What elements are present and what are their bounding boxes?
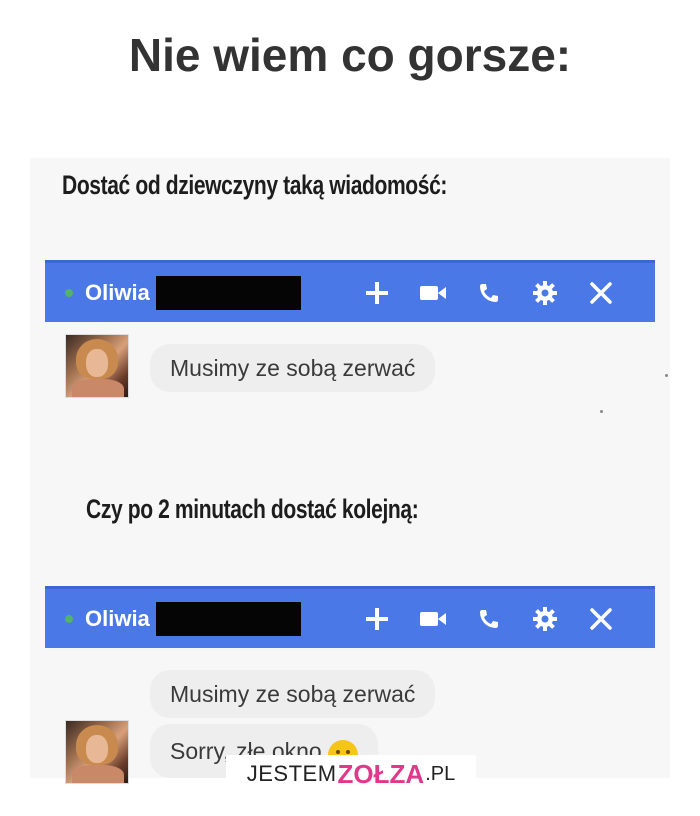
watermark-part-2: ZOŁZA <box>337 758 425 789</box>
avatar-shoulder <box>72 765 124 783</box>
chat-toolbar <box>361 603 617 635</box>
plus-icon[interactable] <box>361 277 393 309</box>
video-camera-icon[interactable] <box>417 277 449 309</box>
gear-icon[interactable] <box>529 277 561 309</box>
first-heading: Dostać od dziewczyny taką wiadomość: <box>62 170 448 200</box>
avatar-shoulder <box>72 379 124 397</box>
avatar[interactable] <box>65 720 129 784</box>
page-title: Nie wiem co gorsze: <box>128 29 572 81</box>
video-camera-icon[interactable] <box>417 603 449 635</box>
image-speck <box>600 410 603 413</box>
close-icon[interactable] <box>585 603 617 635</box>
phone-icon[interactable] <box>473 603 505 635</box>
message-bubble: Musimy ze sobą zerwać <box>150 670 436 718</box>
chat-header-1[interactable]: Oliwia <box>45 260 655 322</box>
chat-toolbar <box>361 277 617 309</box>
name-redaction <box>155 275 301 310</box>
online-status-icon <box>65 288 73 297</box>
avatar-face <box>86 349 108 377</box>
phone-icon[interactable] <box>473 277 505 309</box>
image-speck <box>665 374 668 377</box>
meme-panel: Dostać od dziewczyny taką wiadomość: Oli… <box>30 158 670 784</box>
watermark-part-3: .PL <box>425 762 456 785</box>
avatar-face <box>86 735 108 763</box>
avatar[interactable] <box>65 334 129 398</box>
chat-header-2[interactable]: Oliwia <box>45 586 655 648</box>
name-redaction <box>155 601 301 636</box>
contact-name[interactable]: Oliwia <box>85 606 150 632</box>
plus-icon[interactable] <box>361 603 393 635</box>
gear-icon[interactable] <box>529 603 561 635</box>
site-watermark: JESTEM ZOŁZA .PL <box>226 755 476 793</box>
message-bubble: Musimy ze sobą zerwać <box>150 344 436 392</box>
contact-name[interactable]: Oliwia <box>85 280 150 306</box>
watermark-part-1: JESTEM <box>246 761 337 786</box>
close-icon[interactable] <box>585 277 617 309</box>
online-status-icon <box>65 614 73 623</box>
second-heading: Czy po 2 minutach dostać kolejną: <box>86 494 419 524</box>
